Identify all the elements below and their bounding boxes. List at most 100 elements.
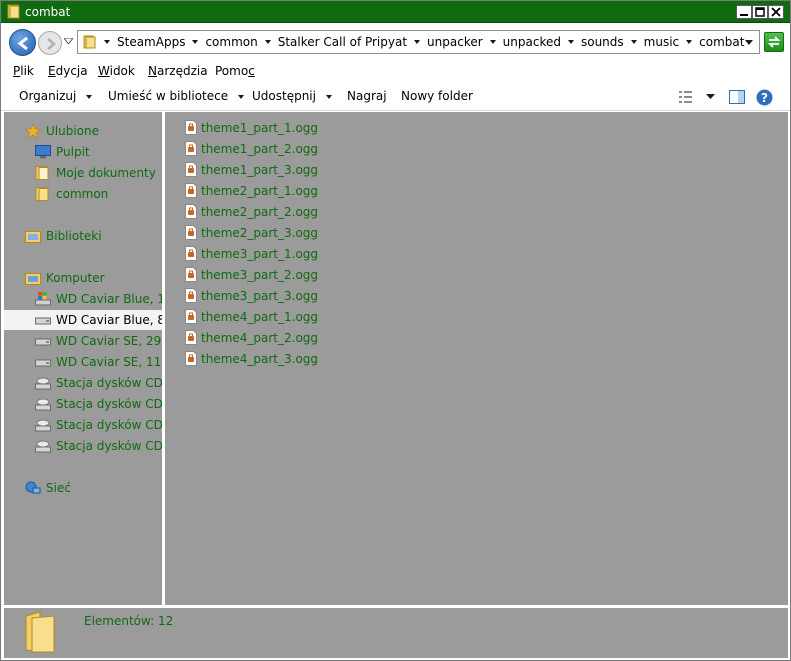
file-name: theme1_part_3.ogg <box>201 163 319 177</box>
nav-drive[interactable]: WD Caviar Blue, 100 <box>4 289 162 309</box>
help-icon[interactable]: ? <box>756 89 773 106</box>
nav-drive[interactable]: WD Caviar Blue, 831 <box>4 310 162 330</box>
file-name: theme3_part_2.ogg <box>201 268 319 282</box>
ogg-file-icon <box>185 162 197 177</box>
ogg-file-icon <box>185 309 197 324</box>
file-name: theme1_part_1.ogg <box>201 121 319 135</box>
nav-cd-drive[interactable]: Stacja dysków CD (I: <box>4 394 162 414</box>
documents-folder-icon <box>35 166 49 180</box>
desktop-icon <box>35 145 51 159</box>
menu-help[interactable]: Pomoc <box>215 64 255 78</box>
breadcrumb-arrow-icon[interactable] <box>104 40 110 44</box>
new-folder-button[interactable]: Nowy folder <box>401 89 473 103</box>
breadcrumb-arrow-icon[interactable] <box>686 40 693 44</box>
maximize-button[interactable] <box>752 5 768 19</box>
nav-common[interactable]: common <box>4 184 162 204</box>
file-item[interactable]: theme4_part_2.ogg <box>185 328 385 348</box>
folder-icon <box>7 4 20 19</box>
breadcrumb-item[interactable]: music <box>644 35 679 49</box>
details-pane: Elementów: 12 <box>4 608 788 658</box>
window-title: combat <box>25 5 71 19</box>
menu-edit[interactable]: Edycja <box>48 64 88 78</box>
share-button[interactable]: Udostępnij <box>252 89 332 103</box>
breadcrumb-item[interactable]: SteamApps <box>117 35 185 49</box>
hard-drive-icon <box>35 359 51 367</box>
libraries-icon <box>25 231 41 243</box>
item-count: Elementów: 12 <box>84 614 174 628</box>
nav-drive[interactable]: WD Caviar SE, 119 z 1 <box>4 352 162 372</box>
ogg-file-icon <box>185 288 197 303</box>
file-item[interactable]: theme4_part_1.ogg <box>185 307 385 327</box>
svg-text:?: ? <box>761 91 768 105</box>
nav-cd-drive[interactable]: Stacja dysków CD (J: <box>4 415 162 435</box>
nav-cd-drive[interactable]: Stacja dysków CD (H <box>4 373 162 393</box>
menu-bar: Plik Edycja Widok Narzędzia Pomoc <box>1 59 790 83</box>
address-history-dropdown-icon[interactable] <box>745 40 753 45</box>
file-item[interactable]: theme2_part_3.ogg <box>185 223 385 243</box>
file-item[interactable]: theme2_part_2.ogg <box>185 202 385 222</box>
file-item[interactable]: theme3_part_1.ogg <box>185 244 385 264</box>
nav-libraries[interactable]: Biblioteki <box>4 226 162 246</box>
file-item[interactable]: theme3_part_2.ogg <box>185 265 385 285</box>
include-in-library-button[interactable]: Umieść w bibliotece <box>108 89 245 103</box>
ogg-file-icon <box>185 267 197 282</box>
menu-tools[interactable]: Narzędzia <box>148 64 208 78</box>
menu-view[interactable]: Widok <box>98 64 135 78</box>
minimize-button[interactable] <box>736 5 752 19</box>
file-item[interactable]: theme2_part_1.ogg <box>185 181 385 201</box>
breadcrumb-item[interactable]: common <box>205 35 257 49</box>
file-item[interactable]: theme3_part_3.ogg <box>185 286 385 306</box>
menu-file[interactable]: Plik <box>13 64 34 78</box>
view-dropdown-icon[interactable] <box>706 94 715 100</box>
nav-cd-drive[interactable]: Stacja dysków CD (K <box>4 436 162 456</box>
ogg-file-icon <box>185 246 197 261</box>
file-item[interactable]: theme1_part_3.ogg <box>185 160 385 180</box>
folder-icon <box>35 187 49 201</box>
arrow-left-icon <box>17 36 28 51</box>
file-item[interactable]: theme1_part_2.ogg <box>185 139 385 159</box>
breadcrumb-item[interactable]: Stalker Call of Pripyat <box>278 35 407 49</box>
file-item[interactable]: theme1_part_1.ogg <box>185 118 385 138</box>
breadcrumb-arrow-icon[interactable] <box>630 40 637 44</box>
file-name: theme3_part_3.ogg <box>201 289 319 303</box>
computer-icon <box>25 273 41 285</box>
breadcrumb: SteamApps common Stalker Call of Pripyat… <box>104 35 744 49</box>
preview-pane-icon[interactable] <box>729 89 745 105</box>
breadcrumb-arrow-icon[interactable] <box>192 40 199 44</box>
nav-documents[interactable]: Moje dokumenty <box>4 163 162 183</box>
organize-button[interactable]: Organizuj <box>19 89 93 103</box>
ogg-file-icon <box>185 141 197 156</box>
cd-drive-icon <box>35 440 51 453</box>
breadcrumb-item[interactable]: unpacked <box>503 35 561 49</box>
star-icon <box>25 124 41 138</box>
nav-network[interactable]: Sieć <box>4 478 162 498</box>
breadcrumb-item[interactable]: combat <box>699 35 744 49</box>
breadcrumb-item[interactable]: sounds <box>581 35 624 49</box>
refresh-button[interactable] <box>764 32 784 52</box>
breadcrumb-arrow-icon[interactable] <box>567 40 574 44</box>
hard-drive-icon <box>35 338 51 346</box>
file-name: theme1_part_2.ogg <box>201 142 319 156</box>
nav-desktop[interactable]: Pulpit <box>4 142 162 162</box>
close-button[interactable] <box>768 5 784 19</box>
cd-drive-icon <box>35 398 51 411</box>
recent-pages-dropdown-icon[interactable] <box>64 38 73 44</box>
breadcrumb-arrow-icon[interactable] <box>264 40 271 44</box>
address-bar[interactable]: SteamApps common Stalker Call of Pripyat… <box>77 30 760 54</box>
chevron-down-icon <box>86 94 93 99</box>
nav-favorites[interactable]: Ulubione <box>4 121 162 141</box>
breadcrumb-arrow-icon[interactable] <box>414 40 421 44</box>
title-bar[interactable]: combat <box>1 1 790 23</box>
forward-button[interactable] <box>38 31 62 55</box>
breadcrumb-arrow-icon[interactable] <box>489 40 496 44</box>
windows-drive-icon <box>35 292 51 306</box>
back-button[interactable] <box>9 29 36 56</box>
breadcrumb-item[interactable]: unpacker <box>427 35 483 49</box>
burn-button[interactable]: Nagraj <box>347 89 387 103</box>
nav-drive[interactable]: WD Caviar SE, 29 z 10 <box>4 331 162 351</box>
view-options-icon[interactable] <box>678 89 694 105</box>
nav-computer[interactable]: Komputer <box>4 268 162 288</box>
file-item[interactable]: theme4_part_3.ogg <box>185 349 385 369</box>
chevron-down-icon <box>325 94 332 99</box>
maximize-icon <box>755 7 765 17</box>
